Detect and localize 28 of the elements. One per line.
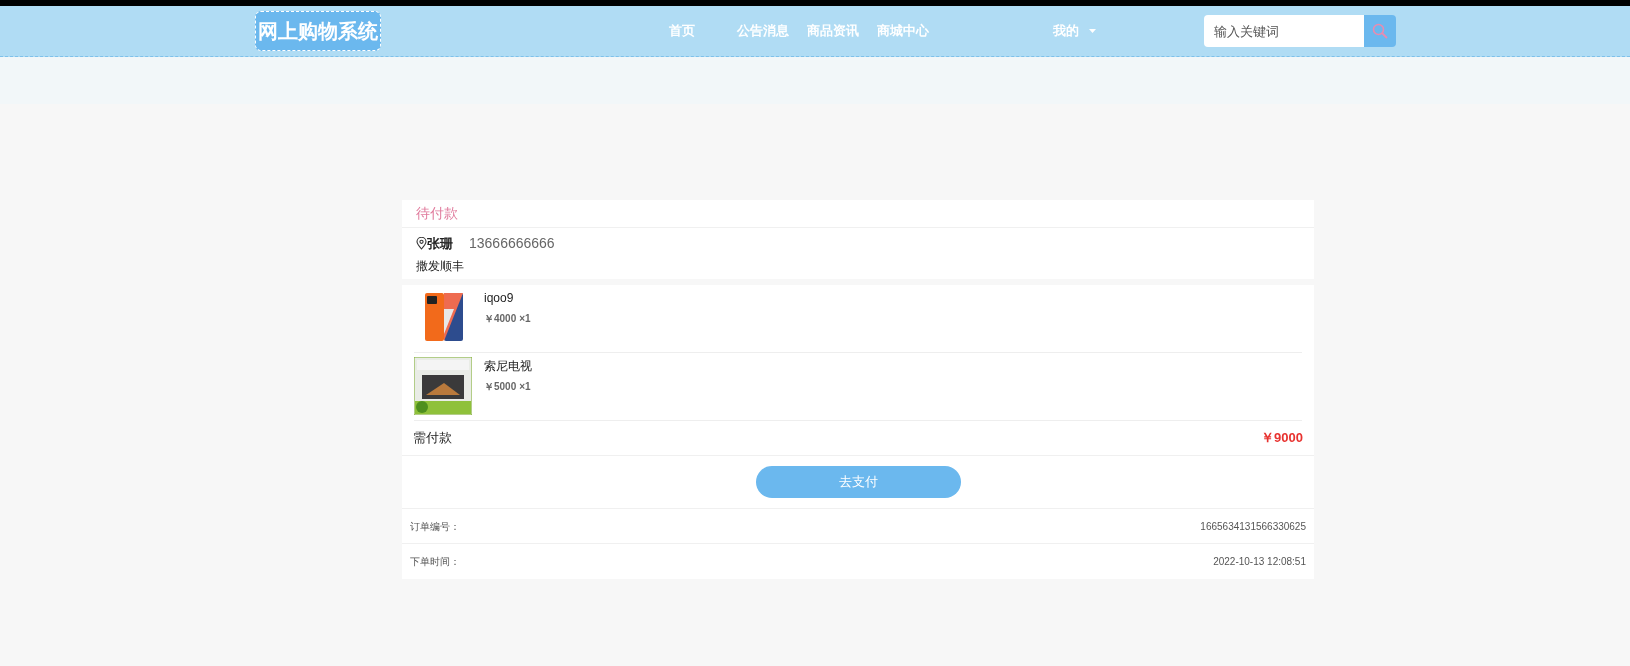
product-quantity: ×1 xyxy=(519,312,531,326)
search-icon xyxy=(1372,23,1388,39)
total-amount: ￥9000 xyxy=(1261,429,1303,448)
search-field[interactable]: 输入关键词 xyxy=(1204,15,1364,47)
location-icon xyxy=(416,237,427,250)
detail-value: 2022-10-13 12:08:51 xyxy=(1213,555,1306,569)
user-menu[interactable]: 我的 xyxy=(1053,21,1096,41)
product-price: ￥4000 xyxy=(484,312,517,326)
caret-icon xyxy=(1089,29,1096,33)
detail-value: 1665634131566330625 xyxy=(1200,519,1306,534)
detail-label: 订单编号： xyxy=(410,519,460,534)
nav-link[interactable]: 商城中心 xyxy=(877,21,929,41)
order-status: 待付款 xyxy=(416,204,458,223)
nav-link[interactable]: 首页 xyxy=(669,21,695,41)
recipient-name: 张珊 xyxy=(427,234,453,253)
total-label: 需付款 xyxy=(413,429,452,448)
product-name: 索尼电视 xyxy=(484,358,532,375)
pay-button[interactable]: 去支付 xyxy=(755,466,961,498)
detail-label: 下单时间： xyxy=(410,555,460,569)
product-quantity: ×1 xyxy=(519,380,531,394)
nav-link[interactable]: 公告消息 xyxy=(737,21,789,41)
search-button[interactable] xyxy=(1364,15,1396,47)
logo[interactable]: 网上购物系统 xyxy=(255,11,381,51)
nav-link[interactable]: 商品资讯 xyxy=(807,21,859,41)
phone-number: 13666666666 xyxy=(469,234,555,253)
address-text: 撒发顺丰 xyxy=(416,258,465,275)
product-name: iqoo9 xyxy=(484,290,515,307)
product-price: ￥5000 xyxy=(484,380,517,394)
